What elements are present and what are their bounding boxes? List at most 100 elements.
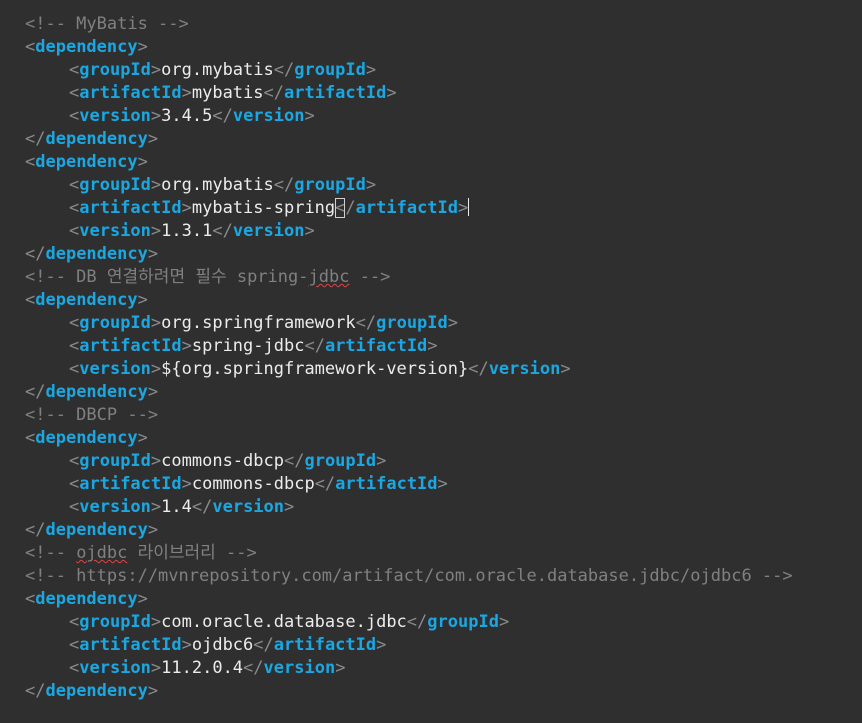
tag-dependency-close: dependency xyxy=(45,382,148,402)
comment-db-jdbc: jdbc xyxy=(308,267,350,287)
code-line: <version>3.4.5</version> xyxy=(69,106,315,126)
tag-groupid-close: groupId xyxy=(304,451,377,471)
version-value: 1.4 xyxy=(161,497,192,517)
code-line: <groupId>commons-dbcp</groupId> xyxy=(69,451,387,471)
tag-dependency-open: dependency xyxy=(35,589,138,609)
tag-dependency-close: dependency xyxy=(45,520,148,540)
code-line: <!-- MyBatis --> xyxy=(25,13,793,36)
tag-groupid-close: groupId xyxy=(376,313,448,333)
tag-artifactid-close: artifactId xyxy=(273,635,377,655)
comment-ojdbc-suffix: --> xyxy=(215,543,257,563)
tag-artifactid-close: artifactId xyxy=(284,83,387,103)
code-line: <!-- DB 연결하려면 필수 spring-jdbc --> xyxy=(25,266,793,289)
tag-version-open: version xyxy=(79,221,151,241)
code-line: </dependency> xyxy=(25,382,159,402)
groupid-value: org.springframework xyxy=(161,313,356,333)
code-line: </dependency> xyxy=(25,520,159,540)
version-value: 11.2.0.4 xyxy=(161,658,244,678)
code-line: <groupId>org.springframework</groupId> xyxy=(69,313,459,333)
comment-dbcp: <!-- DBCP --> xyxy=(25,405,159,425)
comment-ojdbc-korean: 라이브러리 xyxy=(127,543,216,563)
tag-artifactid-open: artifactId xyxy=(79,83,182,103)
tag-groupid-close: groupId xyxy=(294,175,366,195)
tag-version-close: version xyxy=(263,658,336,678)
tag-artifactid-open: artifactId xyxy=(79,635,182,655)
tag-dependency-open: dependency xyxy=(35,152,138,172)
code-line: <dependency> xyxy=(25,152,148,172)
tag-groupid-close: groupId xyxy=(294,60,366,80)
tag-version-open: version xyxy=(79,106,151,126)
tag-version-open: version xyxy=(79,658,151,678)
comment-db-suffix: --> xyxy=(349,267,391,287)
tag-artifactid-open: artifactId xyxy=(79,198,182,218)
text-cursor xyxy=(468,198,470,216)
groupid-value: com.oracle.database.jdbc xyxy=(161,612,407,632)
current-code-line[interactable]: <artifactId>mybatis-spring</artifactId> xyxy=(0,197,862,220)
artifactid-value: ojdbc6 xyxy=(191,635,254,655)
code-area[interactable]: <!-- MyBatis --> <dependency> <groupId>o… xyxy=(0,13,862,703)
code-line: <!-- DBCP --> xyxy=(25,404,793,427)
tag-version-close: version xyxy=(212,497,285,517)
tag-version-close: version xyxy=(232,106,305,126)
code-line: </dependency> xyxy=(25,244,159,264)
code-line: <dependency> xyxy=(25,589,148,609)
code-line: <dependency> xyxy=(25,428,148,448)
tag-dependency-close: dependency xyxy=(45,129,148,149)
version-value: 1.3.1 xyxy=(161,221,213,241)
tag-artifactid-open: artifactId xyxy=(79,336,182,356)
matched-bracket: < xyxy=(335,198,346,218)
tag-artifactid-close: artifactId xyxy=(335,474,438,494)
code-line: <artifactId>commons-dbcp</artifactId> xyxy=(69,474,448,494)
tag-version-close: version xyxy=(232,221,305,241)
code-line: <groupId>com.oracle.database.jdbc</group… xyxy=(69,612,510,632)
code-line: </dependency> xyxy=(25,681,159,701)
code-line: <artifactId>ojdbc6</artifactId> xyxy=(69,635,387,655)
code-line: <version>1.4</version> xyxy=(69,497,295,517)
version-value: ${org.springframework-version} xyxy=(161,359,469,379)
tag-artifactid-close: artifactId xyxy=(324,336,428,356)
artifactid-value: mybatis-spring xyxy=(191,198,336,218)
tag-groupid-open: groupId xyxy=(79,612,151,632)
tag-version-open: version xyxy=(79,359,151,379)
tag-artifactid-open: artifactId xyxy=(79,474,182,494)
code-line: <groupId>org.mybatis</groupId> xyxy=(69,175,377,195)
tag-version-open: version xyxy=(79,497,151,517)
code-line: <dependency> xyxy=(25,37,148,57)
tag-dependency-close: dependency xyxy=(45,681,148,701)
tag-dependency-open: dependency xyxy=(35,37,138,57)
tag-artifactid-close: artifactId xyxy=(355,198,459,218)
tag-dependency-open: dependency xyxy=(35,290,138,310)
tag-groupid-open: groupId xyxy=(79,313,151,333)
tag-dependency-close: dependency xyxy=(45,244,148,264)
comment-mybatis: <!-- MyBatis --> xyxy=(25,14,189,34)
tag-version-close: version xyxy=(488,359,561,379)
comment-db-korean: 연결하려면 필수 xyxy=(106,267,237,287)
artifactid-value: commons-dbcp xyxy=(191,474,315,494)
code-line: <groupId>org.mybatis</groupId> xyxy=(69,60,377,80)
code-line: <!-- ojdbc 라이브러리 --> xyxy=(25,542,793,565)
tag-groupid-open: groupId xyxy=(79,451,151,471)
comment-ojdbc-prefix: <!-- xyxy=(25,543,77,563)
artifactid-value: spring-jdbc xyxy=(191,336,305,356)
comment-db-prefix: <!-- DB xyxy=(25,267,107,287)
tag-groupid-close: groupId xyxy=(427,612,499,632)
version-value: 3.4.5 xyxy=(161,106,213,126)
code-line: <artifactId>spring-jdbc</artifactId> xyxy=(69,336,438,356)
tag-dependency-open: dependency xyxy=(35,428,138,448)
groupid-value: org.mybatis xyxy=(161,60,274,80)
code-line: <artifactId>mybatis</artifactId> xyxy=(69,83,397,103)
code-line: <version>${org.springframework-version}<… xyxy=(69,359,571,379)
code-line: <!-- https://mvnrepository.com/artifact/… xyxy=(25,565,793,588)
comment-mvn-url: <!-- https://mvnrepository.com/artifact/… xyxy=(25,566,793,586)
code-line: <version>1.3.1</version> xyxy=(69,221,315,241)
tag-groupid-open: groupId xyxy=(79,60,151,80)
artifactid-value: mybatis xyxy=(191,83,264,103)
tag-groupid-open: groupId xyxy=(79,175,151,195)
groupid-value: org.mybatis xyxy=(161,175,274,195)
code-line: <dependency> xyxy=(25,290,148,310)
code-line: <version>11.2.0.4</version> xyxy=(69,658,346,678)
code-editor[interactable]: <!-- MyBatis --> <dependency> <groupId>o… xyxy=(0,0,862,723)
code-line: </dependency> xyxy=(25,129,159,149)
comment-ojdbc-word: ojdbc xyxy=(76,543,128,563)
groupid-value: commons-dbcp xyxy=(161,451,284,471)
